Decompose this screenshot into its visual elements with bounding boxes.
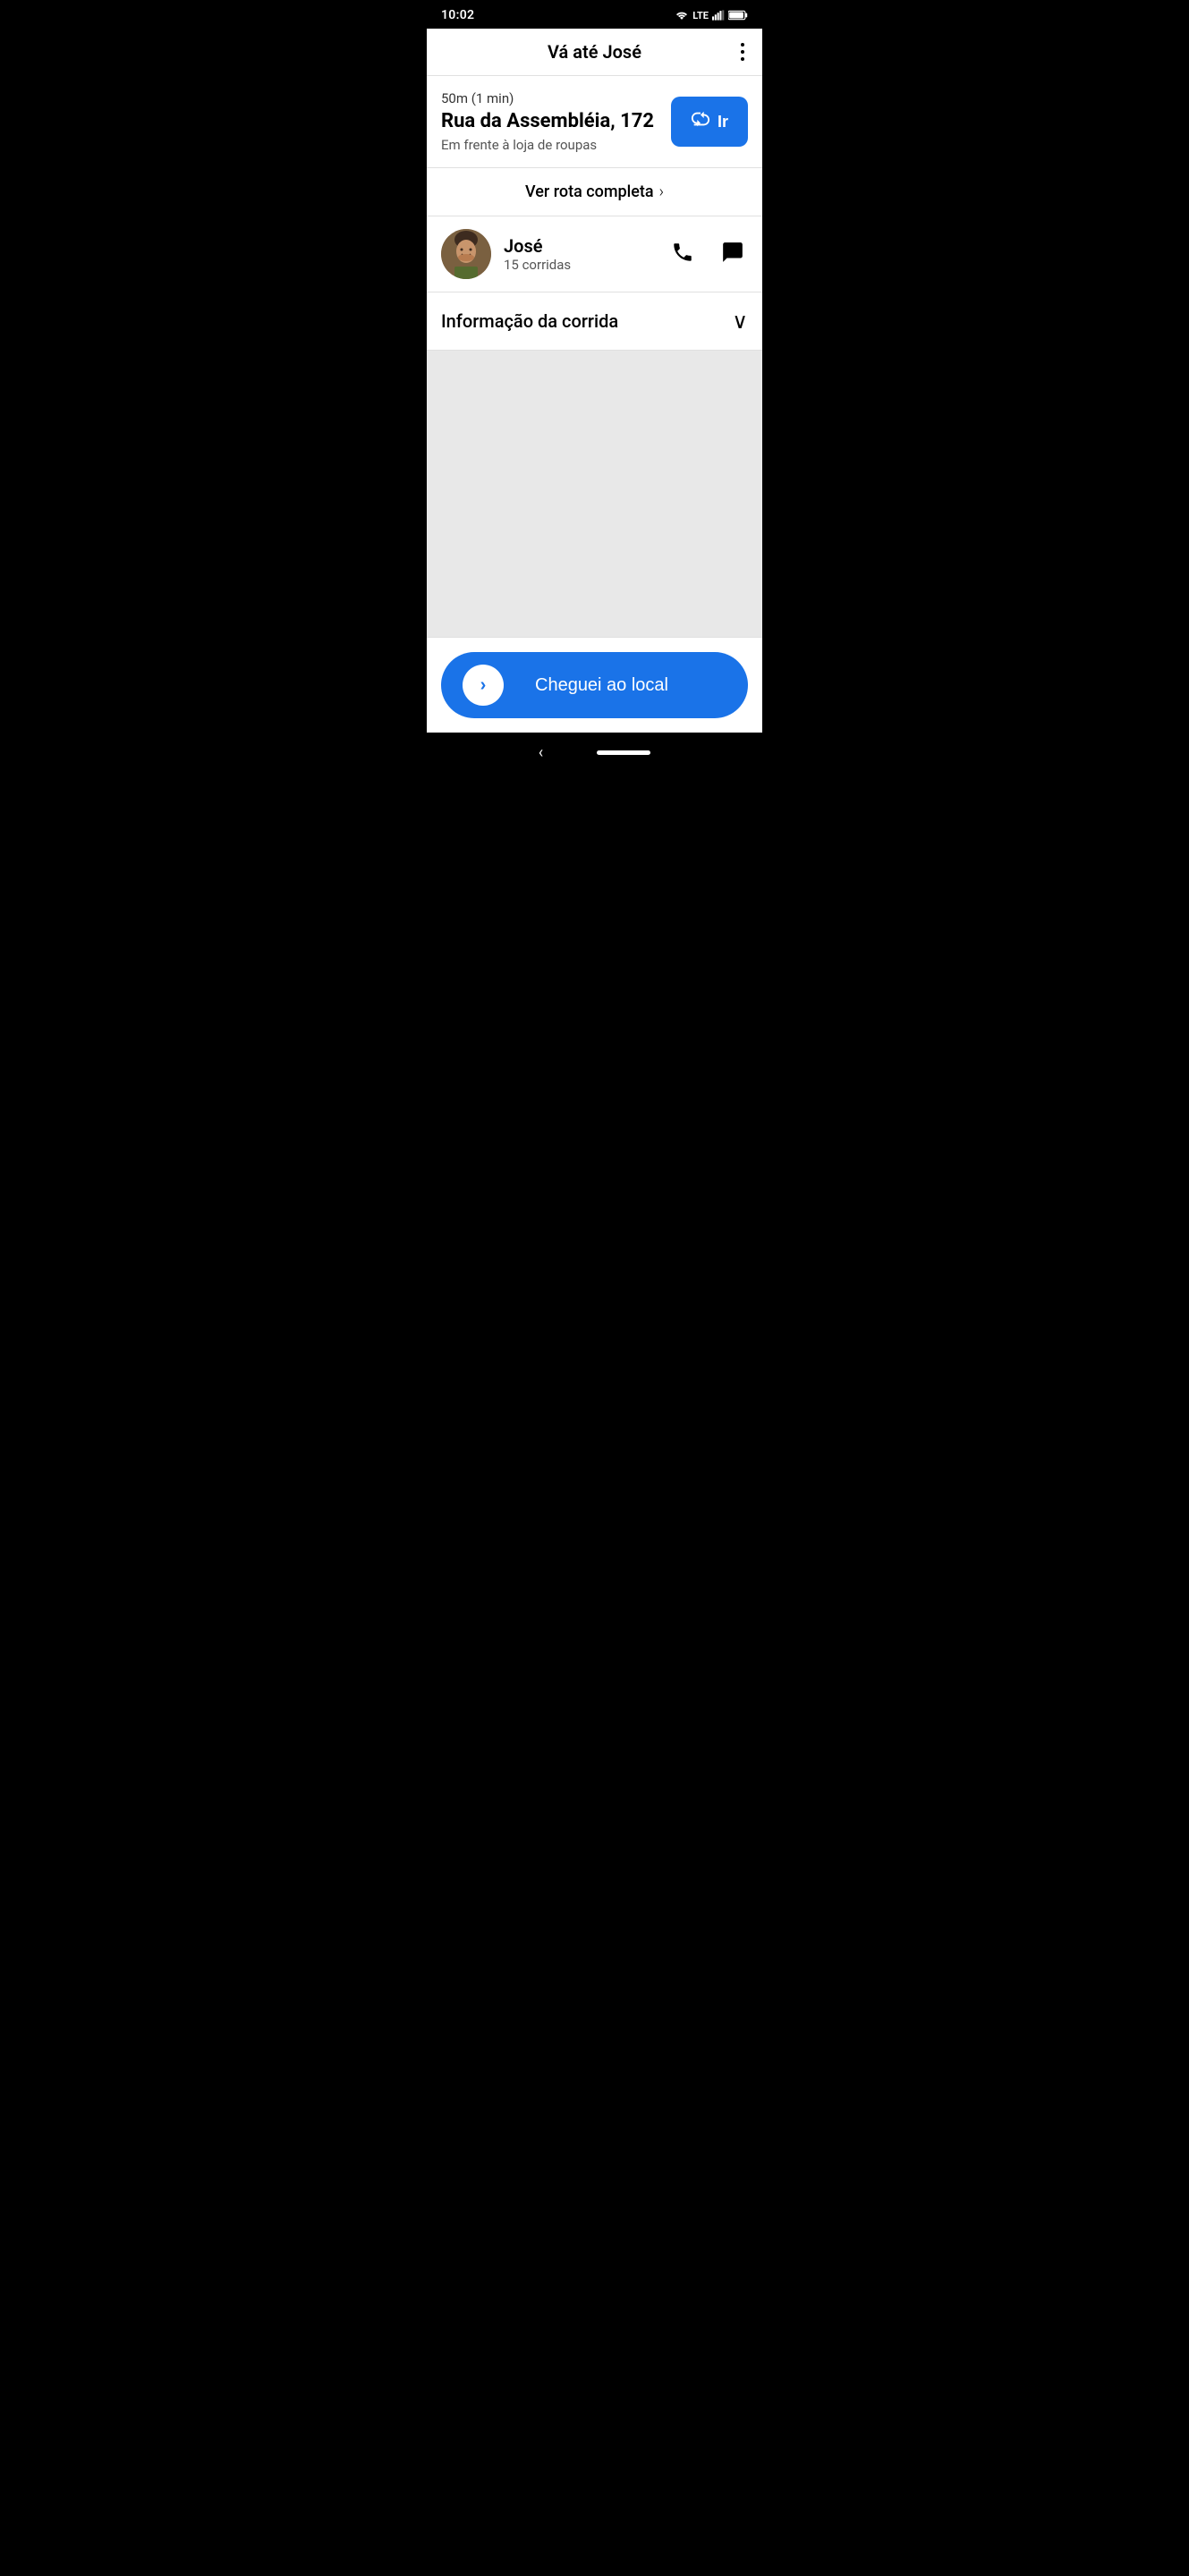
go-button[interactable]: Ir [671,97,748,147]
more-options-icon [741,43,744,61]
route-link-text: Ver rota completa [525,182,654,201]
call-button[interactable] [667,237,698,271]
passenger-actions [667,237,748,271]
route-icon [691,109,710,134]
signal-icon [712,10,725,21]
lte-indicator: LTE [692,10,709,21]
passenger-info: José 15 corridas [504,235,667,273]
arrived-section: › Cheguei ao local [427,637,762,733]
wifi-icon [675,10,689,21]
status-bar: 10:02 LTE [427,0,762,29]
chat-icon [721,241,744,264]
ride-info-label: Informação da corrida [441,310,618,332]
status-time: 10:02 [441,8,474,22]
route-link[interactable]: Ver rota completa › [427,168,762,216]
go-label: Ir [718,113,728,131]
passenger-name: José [504,235,667,257]
passenger-rides: 15 corridas [504,257,667,273]
phone-icon [671,241,694,264]
menu-button[interactable] [737,39,748,64]
passenger-card: José 15 corridas [427,216,762,292]
page-title: Vá até José [548,41,641,63]
arrived-arrow-icon: › [463,665,504,706]
arrived-text: Cheguei ao local [518,675,726,696]
map-area [427,351,762,637]
nav-landmark: Em frente à loja de roupas [441,137,657,153]
bottom-bar: ‹ [427,733,762,772]
status-icons: LTE [675,10,748,21]
back-button[interactable]: ‹ [539,743,543,762]
chevron-down-icon: ∨ [732,309,748,334]
arrived-button[interactable]: › Cheguei ao local [441,652,748,718]
nav-info: 50m (1 min) Rua da Assembléia, 172 Em fr… [441,90,657,153]
chevron-right-icon: › [659,182,664,201]
home-indicator[interactable] [597,750,650,755]
ride-info-row[interactable]: Informação da corrida ∨ [427,292,762,351]
avatar [441,229,491,279]
header: Vá até José [427,29,762,76]
nav-distance: 50m (1 min) [441,90,657,106]
battery-icon [728,10,748,21]
message-button[interactable] [718,237,748,271]
nav-address: Rua da Assembléia, 172 [441,110,657,133]
navigation-card: 50m (1 min) Rua da Assembléia, 172 Em fr… [427,76,762,168]
